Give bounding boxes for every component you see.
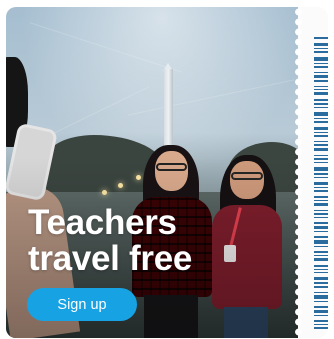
barcode-graphic [314, 37, 328, 333]
ticket-perforation [294, 7, 303, 338]
barcode-bar [314, 80, 328, 82]
barcode-bar [314, 173, 328, 175]
barcode-bar [314, 132, 328, 133]
barcode-bar [314, 135, 328, 137]
barcode-bar [314, 177, 328, 178]
barcode-bar [314, 48, 328, 49]
barcode-bar [314, 158, 328, 160]
barcode-bar [314, 327, 328, 329]
barcode-bar [314, 213, 328, 215]
barcode-bar [314, 141, 328, 142]
barcode-bar [314, 127, 328, 130]
barcode-bar [314, 236, 328, 238]
barcode-bar [314, 43, 328, 46]
barcode-bar [314, 37, 328, 39]
barcode-bar [314, 226, 328, 229]
barcode-bar [314, 200, 328, 201]
barcode-bar [314, 155, 328, 156]
promo-headline: Teachers travel free [28, 205, 258, 277]
barcode-bar [314, 246, 328, 247]
barcode-bar [314, 187, 328, 188]
barcode-bar [314, 282, 328, 284]
barcode-bar [314, 162, 328, 163]
barcode-bar [314, 301, 328, 302]
barcode-bar [314, 231, 328, 232]
hero-photo: Teachers travel free Sign up [6, 7, 298, 338]
barcode-bar [314, 251, 328, 253]
barcode-bar [314, 324, 328, 325]
barcode-bar [314, 295, 328, 299]
barcode-bar [314, 103, 328, 105]
barcode-bar [314, 240, 328, 244]
barcode-bar [314, 182, 328, 185]
barcode-bar [314, 92, 328, 95]
promo-ticket-card: Teachers travel free Sign up [6, 7, 328, 338]
barcode-bar [314, 51, 328, 53]
barcode-bar [314, 222, 328, 224]
barcode-bar [314, 107, 328, 108]
barcode-bar [314, 306, 328, 308]
barcode-bar [314, 310, 328, 313]
barcode-bar [314, 148, 328, 151]
barcode-bar [314, 315, 328, 316]
barcode-bar [314, 196, 328, 198]
barcode-bar [314, 217, 328, 218]
sign-up-button[interactable]: Sign up [27, 288, 137, 321]
barcode-bar [314, 292, 328, 293]
barcode-bar [314, 190, 328, 192]
barcode-bar [314, 57, 328, 61]
barcode-bar [314, 255, 328, 256]
headline-line-1: Teachers [28, 203, 177, 242]
barcode-bar [314, 272, 328, 273]
barcode-bar [314, 89, 328, 90]
barcode-bar [314, 63, 328, 64]
barcode-bar [314, 269, 328, 270]
headline-line-2: travel free [28, 239, 193, 278]
barcode-bar [314, 86, 328, 87]
barcode-bar [314, 258, 328, 261]
barcode-bar [314, 265, 328, 267]
barcode-bar [314, 320, 328, 322]
barcode-bar [314, 121, 328, 123]
barcode-bar [314, 144, 328, 146]
barcode-bar [314, 99, 328, 101]
barcode-bar [314, 286, 328, 288]
barcode-bar [314, 75, 328, 78]
barcode-bar [314, 66, 328, 68]
barcode-bar [314, 167, 328, 171]
barcode-bar [314, 72, 328, 73]
barcode-bar [314, 118, 328, 119]
barcode-bar [314, 277, 328, 280]
barcode-bar [314, 210, 328, 211]
barcode-bar [314, 112, 328, 116]
barcode-bar [314, 203, 328, 206]
